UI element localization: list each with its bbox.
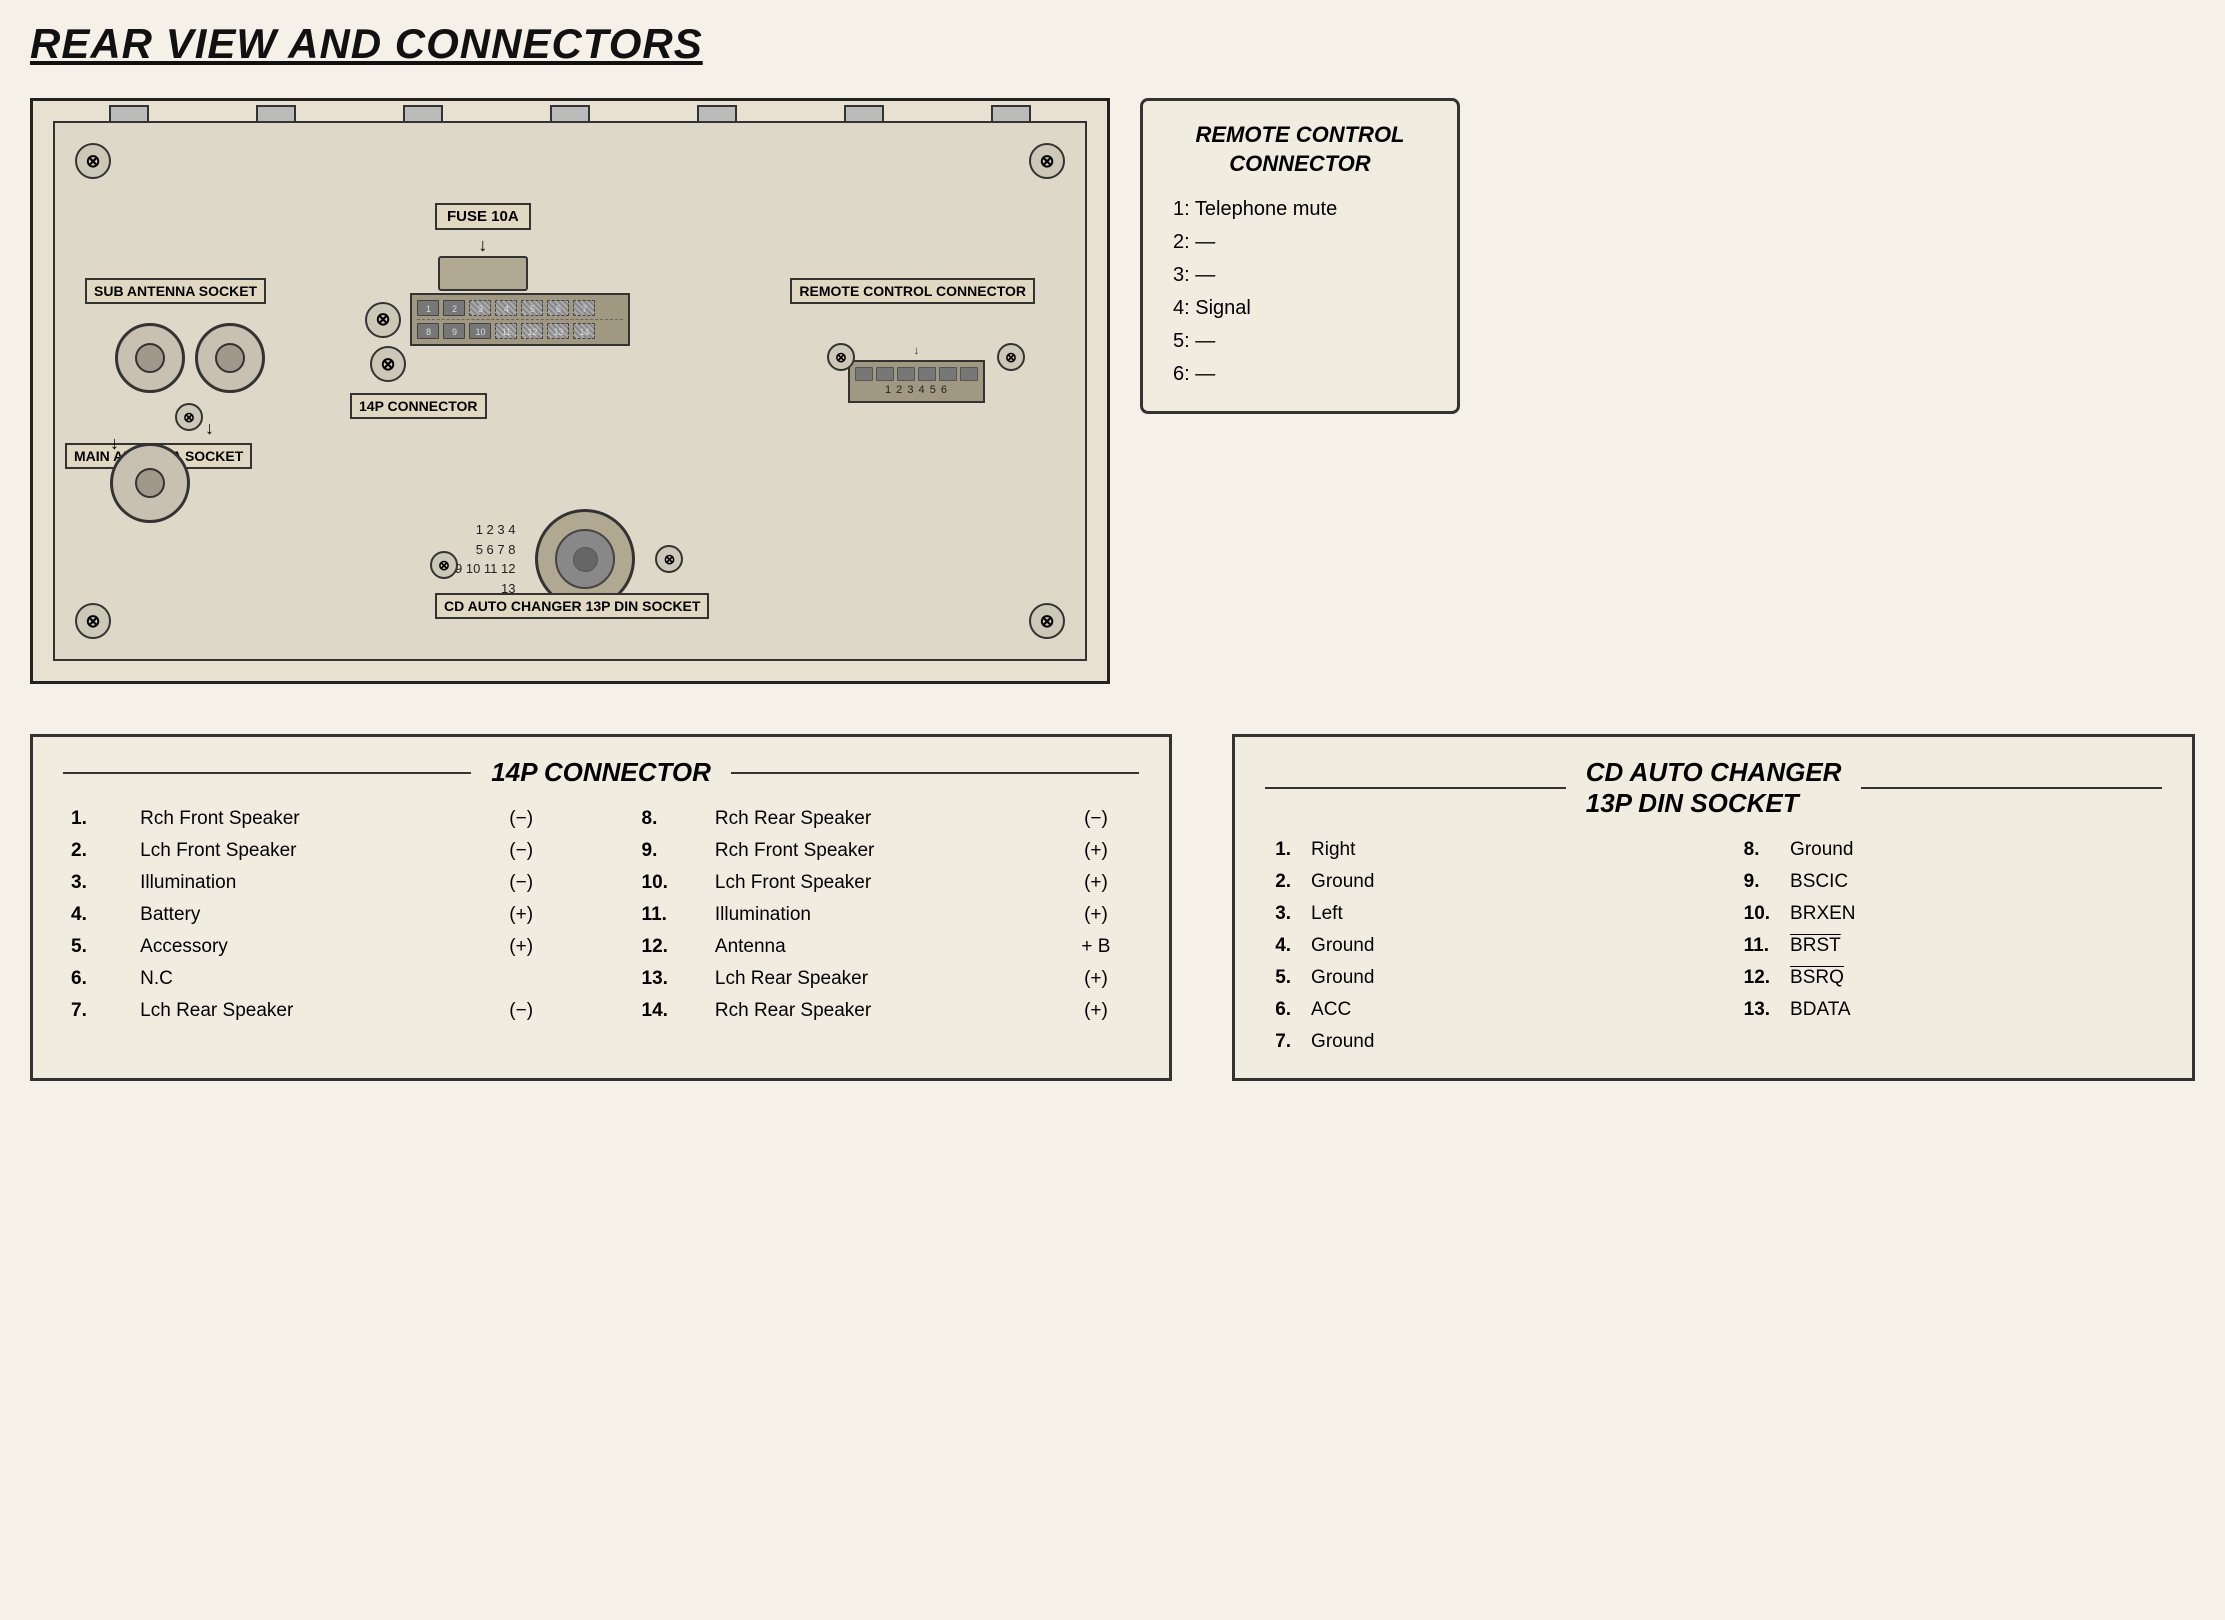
table-row: 3. Left 10. BRXEN	[1265, 898, 2162, 930]
cd-auto-changer-table: CD AUTO CHANGER 13P DIN SOCKET 1. Right …	[1232, 734, 2195, 1081]
screw-hole-br: ⊗	[1029, 603, 1065, 639]
table-row: 4. Ground 11. BRST	[1265, 930, 2162, 962]
cd-pin-12-name: BSRQ	[1780, 962, 2162, 994]
table-row: 1. Right 8. Ground	[1265, 834, 2162, 866]
screw-hole-bl: ⊗	[75, 603, 111, 639]
cd-din-diagram-label: CD AUTO CHANGER 13P DIN SOCKET	[435, 593, 709, 619]
screw-hole-tr: ⊗	[1029, 143, 1065, 179]
screw-hole-tl: ⊗	[75, 143, 111, 179]
table-row: 6. ACC 13. BDATA	[1265, 994, 2162, 1026]
sub-antenna-label: SUB ANTENNA SOCKET	[85, 278, 266, 304]
table-row: 1. Rch Front Speaker (−) 8. Rch Rear Spe…	[63, 803, 1139, 835]
table-row: 4. Battery (+) 11. Illumination (+)	[63, 899, 1139, 931]
fuse-block: FUSE 10A ↓	[435, 203, 531, 291]
table-row: 6. N.C 13. Lch Rear Speaker (+)	[63, 963, 1139, 995]
remote-control-diagram-label: REMOTE CONTROL CONNECTOR	[790, 278, 1035, 304]
screw-cd-right: ⊗	[655, 545, 683, 573]
14p-connector-table: 14P CONNECTOR 1. Rch Front Speaker (−) 8…	[30, 734, 1172, 1081]
14p-table-title: 14P CONNECTOR	[471, 757, 731, 788]
fuse-label: FUSE 10A	[435, 203, 531, 230]
table-row: 7. Ground	[1265, 1026, 2162, 1058]
table-row: 7. Lch Rear Speaker (−) 14. Rch Rear Spe…	[63, 995, 1139, 1027]
screw-cd-left: ⊗	[430, 551, 458, 579]
arrow-sub-antenna: ↓	[205, 418, 214, 439]
table-row: 5. Accessory (+) 12. Antenna + B	[63, 931, 1139, 963]
table-row: 2. Lch Front Speaker (−) 9. Rch Front Sp…	[63, 835, 1139, 867]
table-row: 3. Illumination (−) 10. Lch Front Speake…	[63, 867, 1139, 899]
remote-pin-1: 1: Telephone mute	[1173, 193, 1427, 226]
arrow-main-antenna: ↓	[110, 433, 119, 454]
14p-connector-block: ⊗ 1 2 3 4 5 6 7 8 9	[365, 293, 675, 382]
remote-pin-5: 5: —	[1173, 325, 1427, 358]
14p-pin-table: 1. Rch Front Speaker (−) 8. Rch Rear Spe…	[63, 803, 1139, 1027]
remote-pin-4: 4: Signal	[1173, 292, 1427, 325]
cd-pin-11-name: BRST	[1780, 930, 2162, 962]
rear-view-diagram: ⊗ ⊗ ⊗ ⊗ FUSE 10A ↓ ⊗ 1 2 3	[30, 98, 1110, 684]
remote-info-list: 1: Telephone mute 2: — 3: — 4: Signal 5:…	[1173, 193, 1427, 391]
remote-pin-3: 3: —	[1173, 259, 1427, 292]
page-title: REAR VIEW AND CONNECTORS	[30, 20, 2195, 68]
remote-connector-block: ↓ 1 2 3 4 5 6	[848, 343, 985, 403]
cd-pin-table: 1. Right 8. Ground 2. Ground 9. BSCIC 3.…	[1265, 834, 2162, 1058]
screw-remote-right: ⊗	[997, 343, 1025, 371]
remote-pin-6: 6: —	[1173, 358, 1427, 391]
remote-info-box: REMOTE CONTROL CONNECTOR 1: Telephone mu…	[1140, 98, 1460, 414]
table-row: 5. Ground 12. BSRQ	[1265, 962, 2162, 994]
antenna-group	[115, 323, 265, 393]
screw-remote-left: ⊗	[827, 343, 855, 371]
screw-hole-antenna: ⊗	[175, 403, 203, 431]
table-row: 2. Ground 9. BSCIC	[1265, 866, 2162, 898]
remote-info-title: REMOTE CONTROL CONNECTOR	[1173, 121, 1427, 178]
remote-pin-2: 2: —	[1173, 226, 1427, 259]
14p-connector-label: 14P CONNECTOR	[350, 393, 487, 419]
cd-table-title: CD AUTO CHANGER 13P DIN SOCKET	[1566, 757, 1862, 819]
